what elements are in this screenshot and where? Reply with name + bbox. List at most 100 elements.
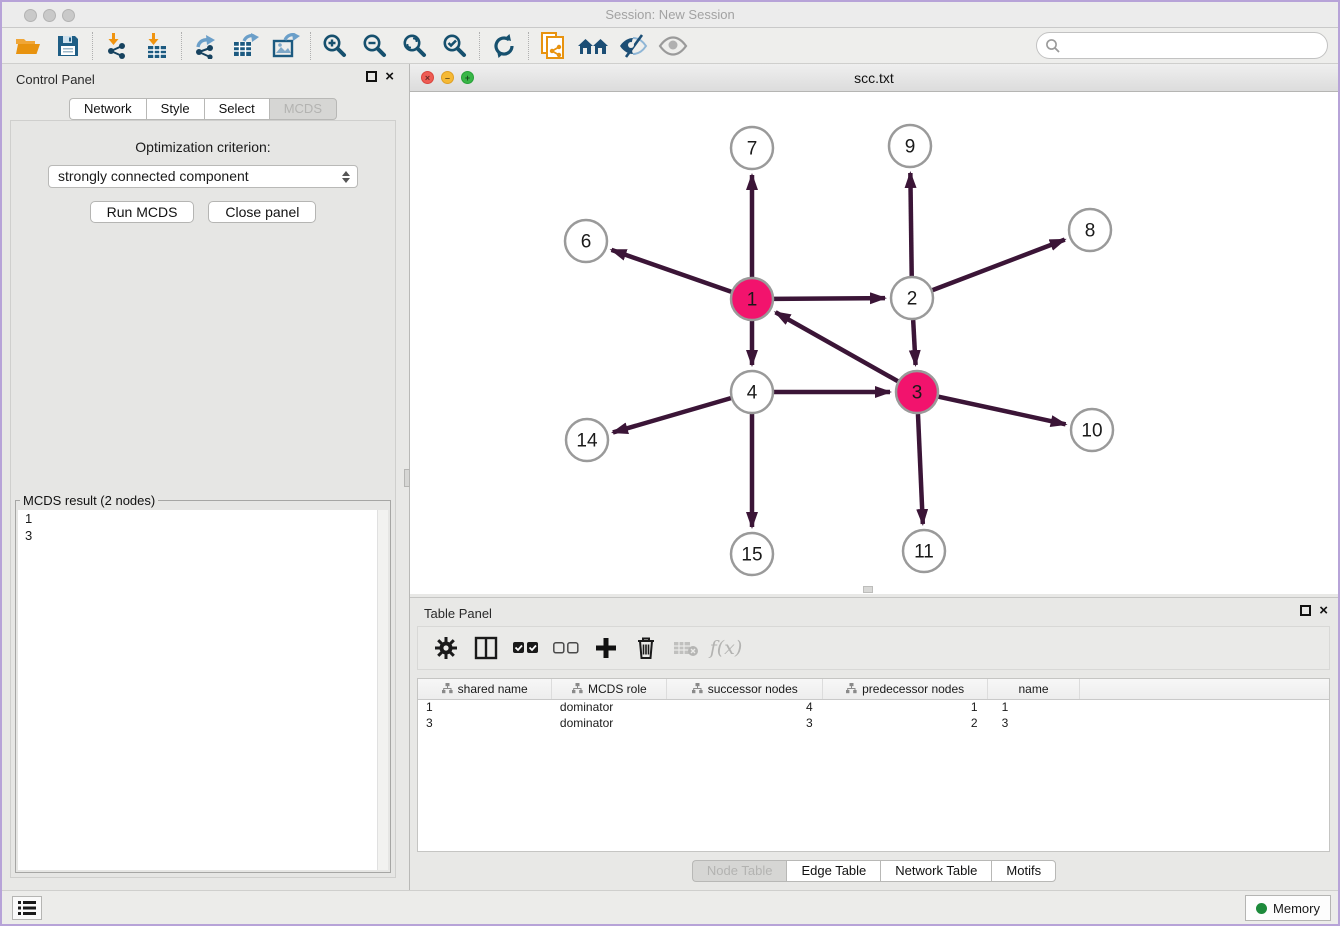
table-cell[interactable]: dominator (552, 715, 667, 731)
show-hide-button[interactable] (613, 30, 653, 62)
column-header-successor-nodes[interactable]: successor nodes (667, 679, 823, 699)
column-header-shared-name[interactable]: shared name (418, 679, 552, 699)
eye-disabled-button[interactable] (653, 30, 693, 62)
optimization-criterion-select[interactable]: strongly connected component (48, 165, 358, 188)
tab-node-table[interactable]: Node Table (692, 860, 787, 882)
main-toolbar (2, 28, 1338, 64)
graph-node-15[interactable]: 15 (731, 533, 773, 575)
mcds-result-item[interactable]: 3 (18, 527, 388, 544)
tab-select[interactable]: Select (204, 98, 269, 120)
graph-edge-1-6[interactable] (611, 250, 731, 292)
table-row[interactable]: 3dominator323 (418, 715, 1329, 731)
memory-button[interactable]: Memory (1245, 895, 1331, 921)
graph-node-3[interactable]: 3 (896, 371, 938, 413)
graph-edge-2-3[interactable] (913, 320, 915, 365)
graph-node-14[interactable]: 14 (566, 419, 608, 461)
column-visibility-button[interactable] (468, 631, 504, 665)
copy-network-button[interactable] (533, 30, 573, 62)
graph-edge-2-8[interactable] (933, 240, 1065, 291)
zoom-selected-button[interactable] (435, 30, 475, 62)
import-network-icon (105, 33, 129, 59)
apply-function-button[interactable]: f(x) (708, 631, 744, 665)
delete-table-button[interactable] (668, 631, 704, 665)
network-canvas[interactable]: 1 2 3 4 6 7 8 9 10 11 14 15 (410, 92, 1338, 594)
result-scrollbar[interactable] (377, 510, 388, 870)
tab-motifs[interactable]: Motifs (991, 860, 1056, 882)
table-cell[interactable]: 3 (667, 715, 823, 731)
column-header-predecessor-nodes[interactable]: predecessor nodes (823, 679, 988, 699)
toolbar-separator (310, 32, 311, 60)
table-cell-filler (1079, 715, 1329, 731)
graph-node-1[interactable]: 1 (731, 278, 773, 320)
table-cell[interactable]: 3 (418, 715, 552, 731)
graph-node-10[interactable]: 10 (1071, 409, 1113, 451)
table-row[interactable]: 1dominator411 (418, 699, 1329, 715)
export-image-button[interactable] (266, 30, 306, 62)
tab-network[interactable]: Network (69, 98, 146, 120)
plus-icon (595, 637, 617, 659)
deselect-all-rows-button[interactable] (548, 631, 584, 665)
table-cell[interactable]: 3 (988, 715, 1080, 731)
save-session-button[interactable] (48, 30, 88, 62)
tab-edge-table[interactable]: Edge Table (786, 860, 880, 882)
graph-node-9[interactable]: 9 (889, 125, 931, 167)
graph-edge-3-1[interactable] (776, 312, 898, 381)
graph-edge-1-2[interactable] (774, 298, 885, 299)
tab-mcds[interactable]: MCDS (269, 98, 337, 120)
table-cell[interactable]: 2 (823, 715, 988, 731)
search-field[interactable] (1036, 32, 1328, 59)
eye-icon (658, 35, 688, 57)
task-history-button[interactable] (12, 896, 42, 920)
open-file-button[interactable] (8, 30, 48, 62)
canvas-scroll-grip[interactable] (863, 586, 873, 593)
export-network-button[interactable] (186, 30, 226, 62)
import-network-button[interactable] (97, 30, 137, 62)
home-layout-button[interactable] (573, 30, 613, 62)
run-mcds-button[interactable]: Run MCDS (90, 201, 195, 223)
zoom-in-button[interactable] (315, 30, 355, 62)
close-panel-icon[interactable]: × (385, 71, 394, 82)
column-header-MCDS-role[interactable]: MCDS role (552, 679, 667, 699)
graph-edge-4-14[interactable] (613, 398, 731, 432)
graph-node-6[interactable]: 6 (565, 220, 607, 262)
mcds-panel: Optimization criterion: strongly connect… (10, 120, 396, 878)
float-panel-icon[interactable] (366, 71, 377, 82)
tab-network-table[interactable]: Network Table (880, 860, 991, 882)
import-table-button[interactable] (137, 30, 177, 62)
graph-node-8[interactable]: 8 (1069, 209, 1111, 251)
zoom-fit-button[interactable] (395, 30, 435, 62)
tab-style[interactable]: Style (146, 98, 204, 120)
add-column-button[interactable] (588, 631, 624, 665)
memory-status-icon (1256, 903, 1267, 914)
graph-node-7[interactable]: 7 (731, 127, 773, 169)
table-cell[interactable]: 1 (823, 699, 988, 715)
delete-column-button[interactable] (628, 631, 664, 665)
open-folder-icon (15, 35, 41, 57)
column-label: shared name (458, 682, 528, 696)
table-cell[interactable]: 4 (667, 699, 823, 715)
table-cell[interactable]: 1 (988, 699, 1080, 715)
column-header-name[interactable]: name (988, 679, 1080, 699)
table-cell[interactable]: dominator (552, 699, 667, 715)
export-table-button[interactable] (226, 30, 266, 62)
sort-hierarchy-icon (692, 683, 703, 694)
float-panel-icon[interactable] (1300, 605, 1311, 616)
zoom-out-button[interactable] (355, 30, 395, 62)
graph-edge-2-9[interactable] (910, 173, 911, 276)
close-panel-button[interactable]: Close panel (208, 201, 316, 223)
graph-edge-3-11[interactable] (918, 414, 923, 524)
select-all-rows-button[interactable] (508, 631, 544, 665)
graph-node-4[interactable]: 4 (731, 371, 773, 413)
mcds-result-item[interactable]: 1 (18, 510, 388, 527)
table-panel-title: Table Panel (424, 606, 492, 621)
close-panel-icon[interactable]: × (1319, 605, 1328, 616)
table-options-button[interactable] (428, 631, 464, 665)
mcds-result-list[interactable]: 13 (18, 510, 388, 870)
graph-node-2[interactable]: 2 (891, 277, 933, 319)
graph-node-11[interactable]: 11 (903, 530, 945, 572)
refresh-button[interactable] (484, 30, 524, 62)
toolbar-separator (92, 32, 93, 60)
svg-text:15: 15 (741, 545, 762, 566)
graph-edge-3-10[interactable] (938, 397, 1065, 425)
table-cell[interactable]: 1 (418, 699, 552, 715)
